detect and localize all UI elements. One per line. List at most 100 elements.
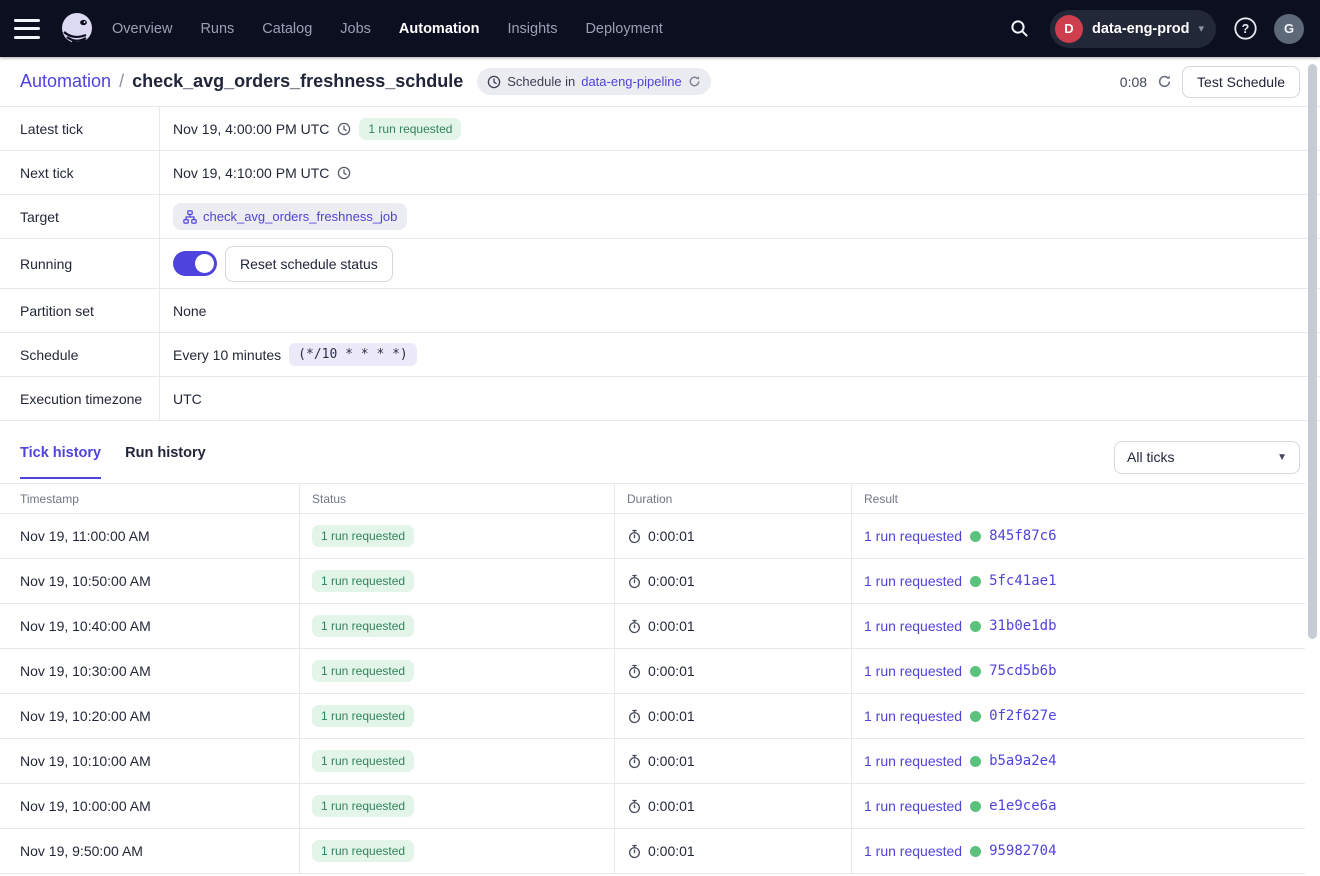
tick-timestamp: Nov 19, 10:50:00 AM <box>20 573 151 589</box>
table-row: Nov 19, 10:30:00 AM 1 run requested 0:00… <box>0 649 1305 694</box>
schedule-details: Latest tick Nov 19, 4:00:00 PM UTC 1 run… <box>0 107 1320 421</box>
run-requested-link[interactable]: 1 run requested <box>864 528 962 544</box>
nav-item[interactable]: Automation <box>399 21 480 37</box>
detail-row-target: Target check_avg_orders_freshness_job <box>0 195 1320 239</box>
table-header-row: Timestamp Status Duration Result <box>0 484 1305 514</box>
run-id-link[interactable]: 75cd5b6b <box>989 663 1056 679</box>
run-success-dot-icon <box>970 620 982 632</box>
schedule-in-label: Schedule in <box>507 74 576 89</box>
status-badge: 1 run requested <box>359 117 462 140</box>
tab-run-history[interactable]: Run history <box>125 445 206 479</box>
stopwatch-icon <box>628 619 641 633</box>
run-id-link[interactable]: 845f87c6 <box>989 528 1056 544</box>
detail-row-schedule: Schedule Every 10 minutes (*/10 * * * *) <box>0 333 1320 377</box>
tick-status-badge: 1 run requested <box>312 570 415 592</box>
refresh-icon[interactable] <box>1157 74 1172 89</box>
run-requested-link[interactable]: 1 run requested <box>864 618 962 634</box>
run-id-link[interactable]: e1e9ce6a <box>989 798 1056 814</box>
run-id-link[interactable]: 0f2f627e <box>989 708 1056 724</box>
tick-filter-select[interactable]: All ticks ▼ <box>1114 440 1300 474</box>
detail-row-running: Running Reset schedule status <box>0 239 1320 289</box>
chevron-down-icon: ▼ <box>1277 451 1287 463</box>
tick-duration: 0:00:01 <box>648 528 695 544</box>
table-row: Nov 19, 10:40:00 AM 1 run requested 0:00… <box>0 604 1305 649</box>
tick-timestamp: Nov 19, 10:10:00 AM <box>20 753 151 769</box>
tick-duration: 0:00:01 <box>648 618 695 634</box>
tick-filter-value: All ticks <box>1127 449 1175 465</box>
user-avatar[interactable]: G <box>1274 13 1304 44</box>
clock-icon <box>488 75 501 88</box>
table-row: Nov 19, 10:00:00 AM 1 run requested 0:00… <box>0 784 1305 829</box>
workspace-name: data-eng-prod <box>1092 20 1190 37</box>
table-row: Nov 19, 10:20:00 AM 1 run requested 0:00… <box>0 694 1305 739</box>
col-header-duration: Duration <box>614 484 851 513</box>
breadcrumb-automation-link[interactable]: Automation <box>20 71 111 92</box>
partition-set-value: None <box>173 302 207 319</box>
run-requested-link[interactable]: 1 run requested <box>864 753 962 769</box>
nav-item[interactable]: Catalog <box>262 21 312 37</box>
col-header-result: Result <box>851 484 1305 513</box>
vertical-scrollbar[interactable] <box>1305 58 1320 876</box>
reset-schedule-status-button[interactable]: Reset schedule status <box>225 245 393 282</box>
table-row: Nov 19, 10:10:00 AM 1 run requested 0:00… <box>0 739 1305 784</box>
refresh-icon[interactable] <box>688 75 701 88</box>
run-id-link[interactable]: 95982704 <box>989 843 1056 859</box>
latest-tick-value: Nov 19, 4:00:00 PM UTC <box>173 120 330 137</box>
nav-item[interactable]: Runs <box>200 21 234 37</box>
stopwatch-icon <box>628 529 641 543</box>
run-id-link[interactable]: b5a9a2e4 <box>989 753 1056 769</box>
help-icon[interactable]: ? <box>1230 14 1260 44</box>
search-icon[interactable] <box>1002 12 1036 46</box>
tick-status-badge: 1 run requested <box>312 615 415 637</box>
nav-item[interactable]: Jobs <box>340 21 371 37</box>
page-title: check_avg_orders_freshness_schdule <box>132 71 464 91</box>
workspace-selector[interactable]: D data-eng-prod ▾ <box>1050 9 1216 48</box>
run-requested-link[interactable]: 1 run requested <box>864 663 962 679</box>
tick-status-badge: 1 run requested <box>312 795 415 817</box>
pipeline-link[interactable]: data-eng-pipeline <box>581 74 681 89</box>
tick-timestamp: Nov 19, 10:40:00 AM <box>20 618 151 634</box>
tick-duration: 0:00:01 <box>648 663 695 679</box>
table-body: Nov 19, 11:00:00 AM 1 run requested 0:00… <box>0 514 1305 874</box>
detail-label: Next tick <box>0 151 160 194</box>
table-row: Nov 19, 10:50:00 AM 1 run requested 0:00… <box>0 559 1305 604</box>
table-row: Nov 19, 9:50:00 AM 1 run requested 0:00:… <box>0 829 1305 874</box>
run-requested-link[interactable]: 1 run requested <box>864 573 962 589</box>
tab-tick-history[interactable]: Tick history <box>20 445 102 479</box>
schedule-description: Every 10 minutes <box>173 346 282 363</box>
target-job-link[interactable]: check_avg_orders_freshness_job <box>203 209 397 224</box>
dagster-logo-icon[interactable] <box>58 10 96 48</box>
scrollbar-thumb[interactable] <box>1308 64 1317 639</box>
run-id-link[interactable]: 5fc41ae1 <box>989 573 1056 589</box>
nav-item[interactable]: Insights <box>507 21 557 37</box>
detail-label: Latest tick <box>0 107 160 150</box>
target-job-pill: check_avg_orders_freshness_job <box>173 203 408 230</box>
workspace-badge: D <box>1055 14 1083 43</box>
run-requested-link[interactable]: 1 run requested <box>864 798 962 814</box>
run-success-dot-icon <box>970 710 982 722</box>
nav-item[interactable]: Overview <box>112 21 172 37</box>
tick-status-badge: 1 run requested <box>312 840 415 862</box>
tick-timestamp: Nov 19, 9:50:00 AM <box>20 843 143 859</box>
run-requested-link[interactable]: 1 run requested <box>864 843 962 859</box>
next-tick-value: Nov 19, 4:10:00 PM UTC <box>173 164 330 181</box>
timezone-value: UTC <box>173 390 202 407</box>
hamburger-menu-icon[interactable] <box>14 18 40 39</box>
history-tabs-row: Tick history Run history All ticks ▼ <box>0 421 1320 483</box>
tick-timestamp: Nov 19, 10:30:00 AM <box>20 663 151 679</box>
nav-item[interactable]: Deployment <box>585 21 662 37</box>
detail-row-next-tick: Next tick Nov 19, 4:10:00 PM UTC <box>0 151 1320 195</box>
test-schedule-button[interactable]: Test Schedule <box>1182 65 1300 98</box>
run-id-link[interactable]: 31b0e1db <box>989 618 1056 634</box>
clock-icon <box>338 122 351 135</box>
running-toggle[interactable] <box>173 251 217 276</box>
run-requested-link[interactable]: 1 run requested <box>864 708 962 724</box>
tick-history-table: Timestamp Status Duration Result Nov 19,… <box>0 483 1305 874</box>
detail-label: Running <box>0 239 160 288</box>
detail-row-partition-set: Partition set None <box>0 289 1320 333</box>
breadcrumb-bar: Automation / check_avg_orders_freshness_… <box>0 57 1320 107</box>
run-success-dot-icon <box>970 845 982 857</box>
detail-label: Partition set <box>0 289 160 332</box>
tick-status-badge: 1 run requested <box>312 660 415 682</box>
tick-status-badge: 1 run requested <box>312 750 415 772</box>
